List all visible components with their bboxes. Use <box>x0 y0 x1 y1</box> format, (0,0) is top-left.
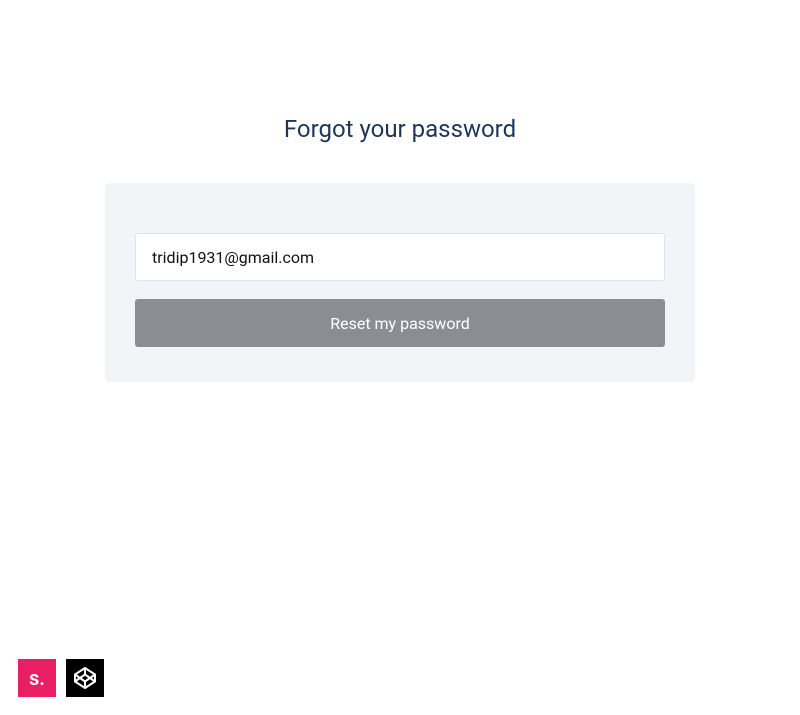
footer-icons: s. <box>18 659 104 697</box>
page-title: Forgot your password <box>0 115 800 143</box>
reset-password-button[interactable]: Reset my password <box>135 299 665 347</box>
codepen-icon[interactable] <box>66 659 104 697</box>
forgot-password-card: Reset my password <box>105 183 695 382</box>
brand-s-icon[interactable]: s. <box>18 659 56 697</box>
email-input[interactable] <box>135 233 665 281</box>
